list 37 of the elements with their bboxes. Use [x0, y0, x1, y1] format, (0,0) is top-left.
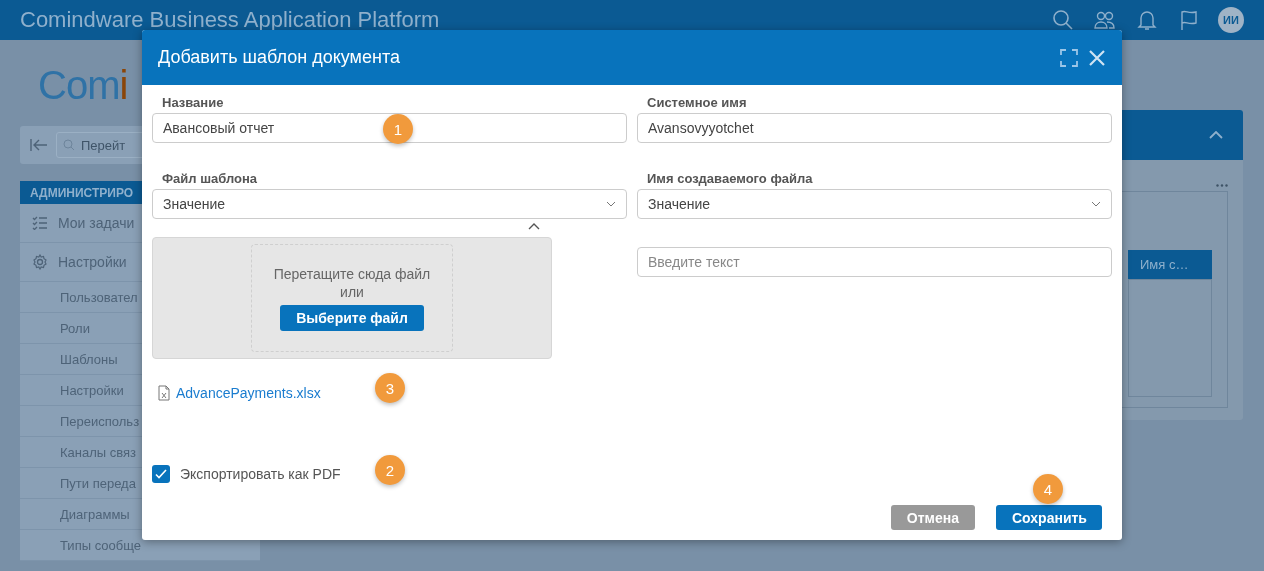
input-field[interactable]: Avansovyyotchet — [637, 113, 1112, 143]
column-header[interactable]: Имя с… — [1128, 250, 1212, 279]
chevron-up-icon[interactable] — [528, 221, 540, 231]
flag-icon[interactable] — [1178, 9, 1200, 31]
number-badge: 4 — [1033, 474, 1063, 504]
user-avatar[interactable]: ИИ — [1218, 7, 1244, 33]
dropdown-field[interactable]: Значение — [637, 189, 1112, 219]
chevron-down-icon — [606, 201, 616, 207]
chevron-up-icon[interactable] — [1209, 131, 1223, 139]
checkbox[interactable] — [152, 465, 170, 483]
gear-icon — [32, 254, 48, 270]
dialog-title: Добавить шаблон документа — [158, 47, 401, 68]
bell-icon[interactable] — [1136, 9, 1158, 31]
drop-zone[interactable]: Перетащите сюда файл или Выберите файл — [152, 237, 552, 359]
chevron-down-icon — [1091, 201, 1101, 207]
drop-hint: Перетащите сюда файл или — [273, 265, 431, 301]
number-badge: 3 — [375, 373, 405, 403]
search-icon[interactable] — [1052, 9, 1074, 31]
dropdown-field[interactable]: Значение — [152, 189, 627, 219]
close-icon[interactable] — [1087, 47, 1107, 68]
logo: Comi — [38, 62, 128, 109]
number-badge: 2 — [375, 455, 405, 485]
field-label: Имя создаваемого файла — [646, 171, 814, 188]
app-title: Comindware Business Application Platform — [20, 7, 441, 33]
cancel-button[interactable]: Отмена — [890, 505, 975, 530]
input-field[interactable]: Введите текст — [637, 247, 1112, 277]
collapse-icon[interactable] — [30, 138, 48, 152]
choose-file-button[interactable]: Выберите файл — [280, 305, 424, 331]
field-label: Название — [161, 95, 225, 112]
save-button[interactable]: Сохранить — [996, 505, 1102, 530]
field-label: Системное имя — [646, 95, 748, 112]
users-icon[interactable] — [1094, 9, 1116, 31]
file-icon — [158, 385, 170, 401]
maximize-icon[interactable] — [1059, 47, 1079, 68]
checklist-icon — [32, 216, 48, 230]
search-icon — [63, 139, 75, 151]
more-icon[interactable] — [1216, 184, 1228, 187]
